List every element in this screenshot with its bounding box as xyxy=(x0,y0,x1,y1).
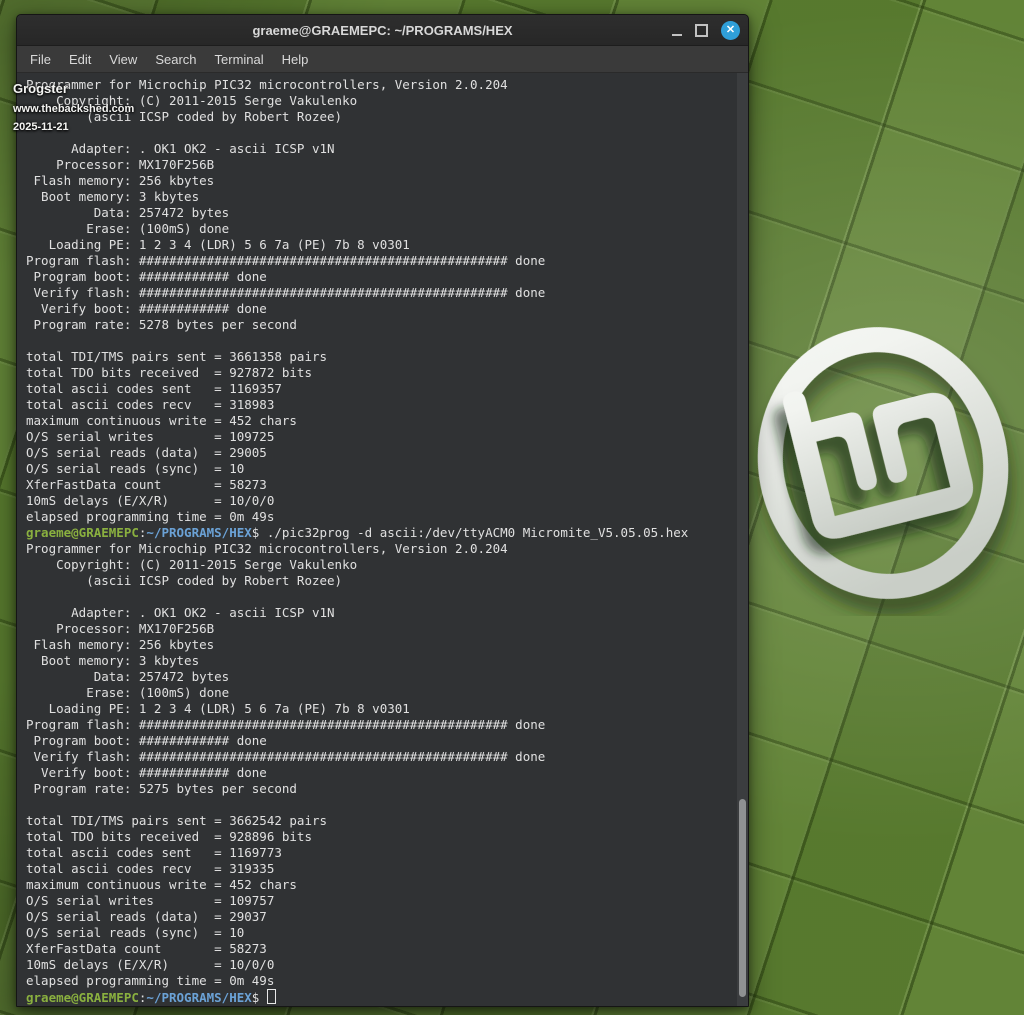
terminal-line: 10mS delays (E/X/R) = 10/0/0 xyxy=(26,957,736,973)
close-icon[interactable]: ✕ xyxy=(721,21,740,40)
terminal-line: Processor: MX170F256B xyxy=(26,621,736,637)
terminal-line: Program rate: 5278 bytes per second xyxy=(26,317,736,333)
terminal-line: Boot memory: 3 kbytes xyxy=(26,189,736,205)
terminal-line: Boot memory: 3 kbytes xyxy=(26,653,736,669)
menu-item-help[interactable]: Help xyxy=(273,48,318,71)
terminal-line: total TDO bits received = 927872 bits xyxy=(26,365,736,381)
terminal-output: Programmer for Microchip PIC32 microcont… xyxy=(17,73,736,1006)
terminal-line xyxy=(26,589,736,605)
terminal-line: Verify boot: ############ done xyxy=(26,765,736,781)
terminal-line: O/S serial reads (sync) = 10 xyxy=(26,925,736,941)
terminal-line: Adapter: . OK1 OK2 - ascii ICSP v1N xyxy=(26,605,736,621)
terminal-line: O/S serial reads (data) = 29005 xyxy=(26,445,736,461)
terminal-line xyxy=(26,333,736,349)
menu-item-view[interactable]: View xyxy=(100,48,146,71)
terminal-line: Programmer for Microchip PIC32 microcont… xyxy=(26,541,736,557)
window-controls: ✕ xyxy=(672,21,740,40)
terminal-line: Erase: (100mS) done xyxy=(26,221,736,237)
terminal-line: Flash memory: 256 kbytes xyxy=(26,173,736,189)
terminal-line: Verify boot: ############ done xyxy=(26,301,736,317)
terminal-line: Erase: (100mS) done xyxy=(26,685,736,701)
menu-item-file[interactable]: File xyxy=(21,48,60,71)
scrollbar-track[interactable] xyxy=(737,73,748,1006)
linux-mint-logo-icon xyxy=(735,310,1024,616)
menu-item-search[interactable]: Search xyxy=(146,48,205,71)
menu-item-edit[interactable]: Edit xyxy=(60,48,100,71)
terminal-line: O/S serial writes = 109757 xyxy=(26,893,736,909)
terminal-line: Program flash: #########################… xyxy=(26,253,736,269)
terminal-line: Program boot: ############ done xyxy=(26,269,736,285)
terminal-line: maximum continuous write = 452 chars xyxy=(26,877,736,893)
terminal-line: XferFastData count = 58273 xyxy=(26,477,736,493)
terminal-line: O/S serial reads (sync) = 10 xyxy=(26,461,736,477)
terminal-line: XferFastData count = 58273 xyxy=(26,941,736,957)
terminal-line: O/S serial reads (data) = 29037 xyxy=(26,909,736,925)
terminal-line: Loading PE: 1 2 3 4 (LDR) 5 6 7a (PE) 7b… xyxy=(26,701,736,717)
terminal-line: Data: 257472 bytes xyxy=(26,669,736,685)
minimize-icon[interactable] xyxy=(672,24,682,36)
menu-item-terminal[interactable]: Terminal xyxy=(206,48,273,71)
terminal-line: elapsed programming time = 0m 49s xyxy=(26,509,736,525)
terminal-line: Program boot: ############ done xyxy=(26,733,736,749)
terminal-line: total ascii codes recv = 319335 xyxy=(26,861,736,877)
titlebar[interactable]: graeme@GRAEMEPC: ~/PROGRAMS/HEX ✕ xyxy=(17,15,748,46)
watermark-date: 2025-11-21 xyxy=(13,122,134,133)
terminal-window: graeme@GRAEMEPC: ~/PROGRAMS/HEX ✕ FileEd… xyxy=(16,14,749,1007)
terminal-line: Verify flash: ##########################… xyxy=(26,749,736,765)
terminal-line: Verify flash: ##########################… xyxy=(26,285,736,301)
terminal-line: Adapter: . OK1 OK2 - ascii ICSP v1N xyxy=(26,141,736,157)
terminal-line: Data: 257472 bytes xyxy=(26,205,736,221)
terminal-line: total ascii codes sent = 1169773 xyxy=(26,845,736,861)
terminal-line: (ascii ICSP coded by Robert Rozee) xyxy=(26,573,736,589)
terminal-line xyxy=(26,797,736,813)
terminal-line: O/S serial writes = 109725 xyxy=(26,429,736,445)
terminal-line: graeme@GRAEMEPC:~/PROGRAMS/HEX$ ./pic32p… xyxy=(26,525,736,541)
terminal-line: maximum continuous write = 452 chars xyxy=(26,413,736,429)
watermark: Grogster www.thebackshed.com 2025-11-21 xyxy=(13,82,134,133)
terminal-line: total ascii codes recv = 318983 xyxy=(26,397,736,413)
terminal-line: Program flash: #########################… xyxy=(26,717,736,733)
terminal-line: total TDI/TMS pairs sent = 3661358 pairs xyxy=(26,349,736,365)
terminal-cursor xyxy=(267,989,276,1004)
terminal-line: 10mS delays (E/X/R) = 10/0/0 xyxy=(26,493,736,509)
menu-bar: FileEditViewSearchTerminalHelp xyxy=(17,46,748,73)
terminal-line: Loading PE: 1 2 3 4 (LDR) 5 6 7a (PE) 7b… xyxy=(26,237,736,253)
watermark-name: Grogster xyxy=(13,82,134,95)
terminal-line: total TDI/TMS pairs sent = 3662542 pairs xyxy=(26,813,736,829)
screen: graeme@GRAEMEPC: ~/PROGRAMS/HEX ✕ FileEd… xyxy=(0,0,1024,1015)
terminal-line: Processor: MX170F256B xyxy=(26,157,736,173)
terminal-line: Flash memory: 256 kbytes xyxy=(26,637,736,653)
terminal-line: graeme@GRAEMEPC:~/PROGRAMS/HEX$ xyxy=(26,989,736,1005)
terminal-line: Copyright: (C) 2011-2015 Serge Vakulenko xyxy=(26,557,736,573)
terminal-body[interactable]: Programmer for Microchip PIC32 microcont… xyxy=(17,73,748,1006)
window-title: graeme@GRAEMEPC: ~/PROGRAMS/HEX xyxy=(17,23,748,38)
terminal-line: Program rate: 5275 bytes per second xyxy=(26,781,736,797)
terminal-line: total TDO bits received = 928896 bits xyxy=(26,829,736,845)
watermark-site: www.thebackshed.com xyxy=(13,104,134,115)
maximize-icon[interactable] xyxy=(695,24,708,37)
scrollbar-thumb[interactable] xyxy=(739,799,746,997)
terminal-line: elapsed programming time = 0m 49s xyxy=(26,973,736,989)
terminal-line: total ascii codes sent = 1169357 xyxy=(26,381,736,397)
